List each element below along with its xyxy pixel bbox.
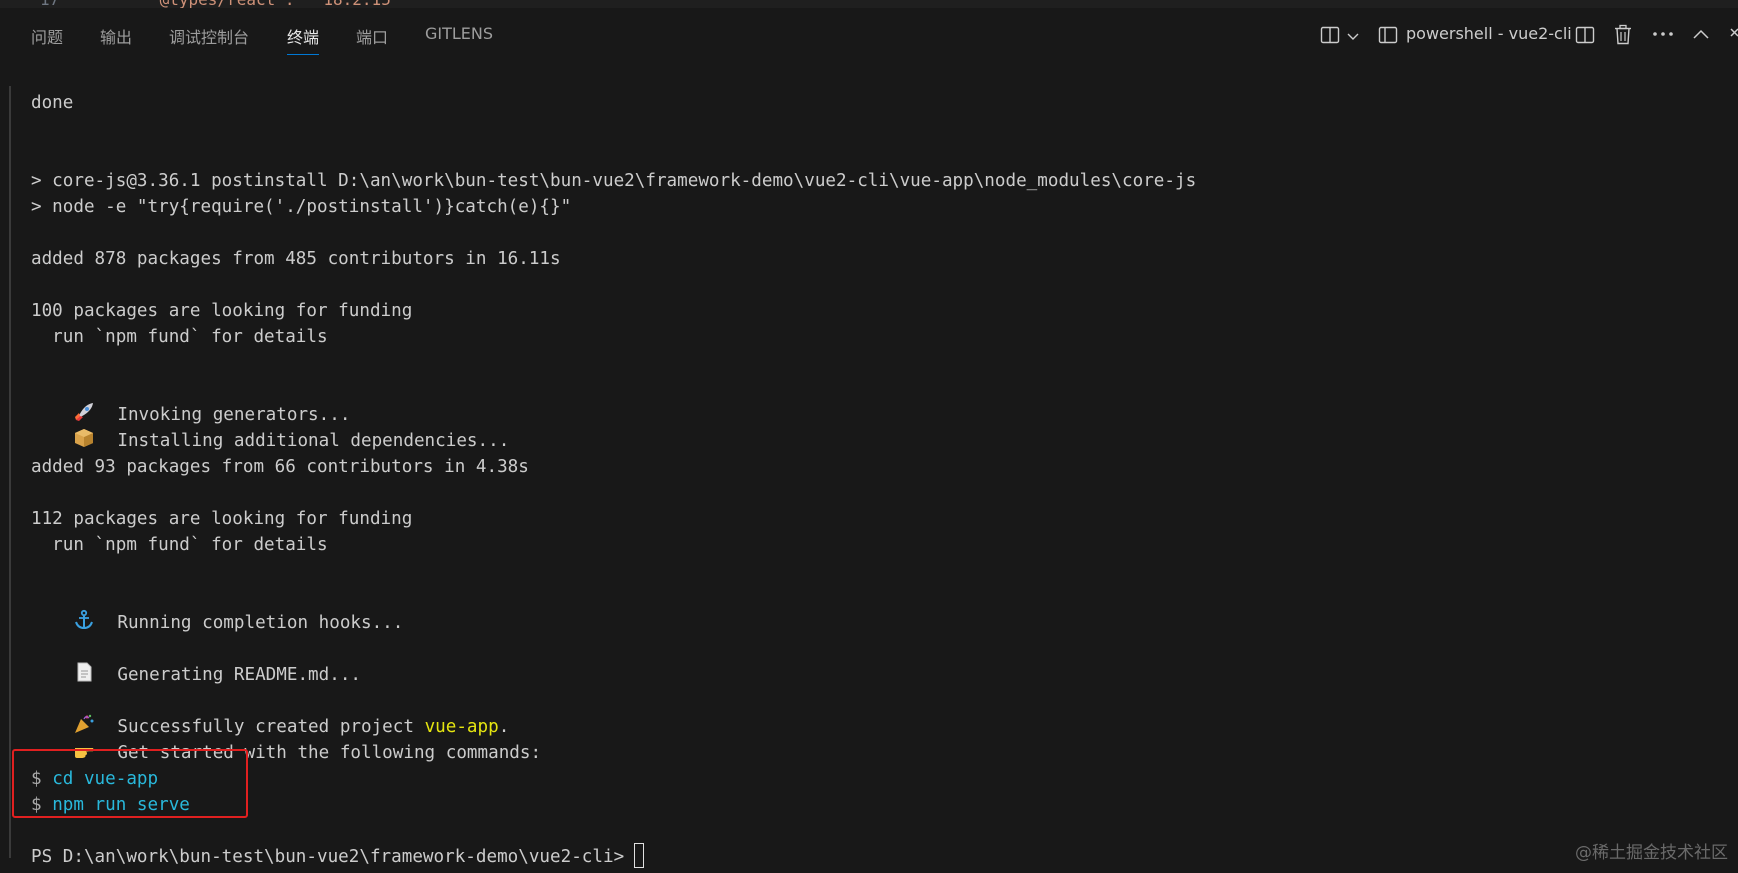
terminal-icon [1378, 25, 1398, 49]
shell-prompt: PS D:\an\work\bun-test\bun-vue2\framewor… [31, 847, 625, 867]
watermark: @稀土掘金技术社区 [1575, 843, 1728, 863]
chevron-down-icon[interactable] [1346, 28, 1360, 47]
panel-header: 问题 输出 调试控制台 终端 端口 GITLENS powershell - v… [0, 8, 1738, 70]
terminal-name[interactable]: powershell - vue2-cli [1406, 24, 1572, 43]
package-icon [73, 427, 95, 447]
highlight-box [12, 749, 248, 818]
tab-problems[interactable]: 问题 [31, 24, 63, 48]
code-line: "@types/react": "^18.2.15" [150, 0, 400, 8]
document-icon [73, 661, 95, 682]
output-line: 112 packages are looking for funding [31, 509, 413, 529]
output-line: 100 packages are looking for funding [31, 301, 413, 321]
prompt-line[interactable]: PS D:\an\work\bun-test\bun-vue2\framewor… [31, 843, 645, 869]
scroll-gutter [9, 86, 11, 858]
output-text: Running completion hooks... [117, 613, 404, 633]
tab-gitlens[interactable]: GITLENS [425, 24, 493, 43]
tab-terminal[interactable]: 终端 [287, 24, 320, 55]
anchor-icon [73, 609, 95, 630]
output-line: added 878 packages from 485 contributors… [31, 249, 561, 269]
layout-icon[interactable] [1320, 25, 1340, 49]
line-number: 17 [40, 0, 59, 8]
output-line: added 93 packages from 66 contributors i… [31, 457, 529, 477]
editor-peek: 17 "@types/react": "^18.2.15" [0, 0, 1738, 8]
output-line: run `npm fund` for details [31, 535, 328, 555]
more-icon[interactable] [1652, 26, 1674, 46]
close-icon[interactable] [1730, 26, 1738, 46]
tab-debug-console[interactable]: 调试控制台 [169, 24, 249, 48]
tab-ports[interactable]: 端口 [356, 24, 388, 48]
chevron-up-icon[interactable] [1692, 26, 1710, 46]
terminal-output[interactable]: done > core-js@3.36.1 postinstall D:\an\… [0, 70, 1738, 873]
split-icon[interactable] [1575, 25, 1595, 49]
output-text: Installing additional dependencies... [117, 431, 510, 451]
tab-output[interactable]: 输出 [100, 24, 132, 48]
output-line: run `npm fund` for details [31, 327, 328, 347]
output-text: Generating README.md... [117, 665, 361, 685]
output-line: > node -e "try{require('./postinstall')}… [31, 197, 572, 217]
output-line: > core-js@3.36.1 postinstall D:\an\work\… [31, 171, 1197, 191]
text-cursor [634, 843, 645, 868]
trash-icon[interactable] [1613, 24, 1633, 49]
output-line: done [31, 93, 74, 113]
